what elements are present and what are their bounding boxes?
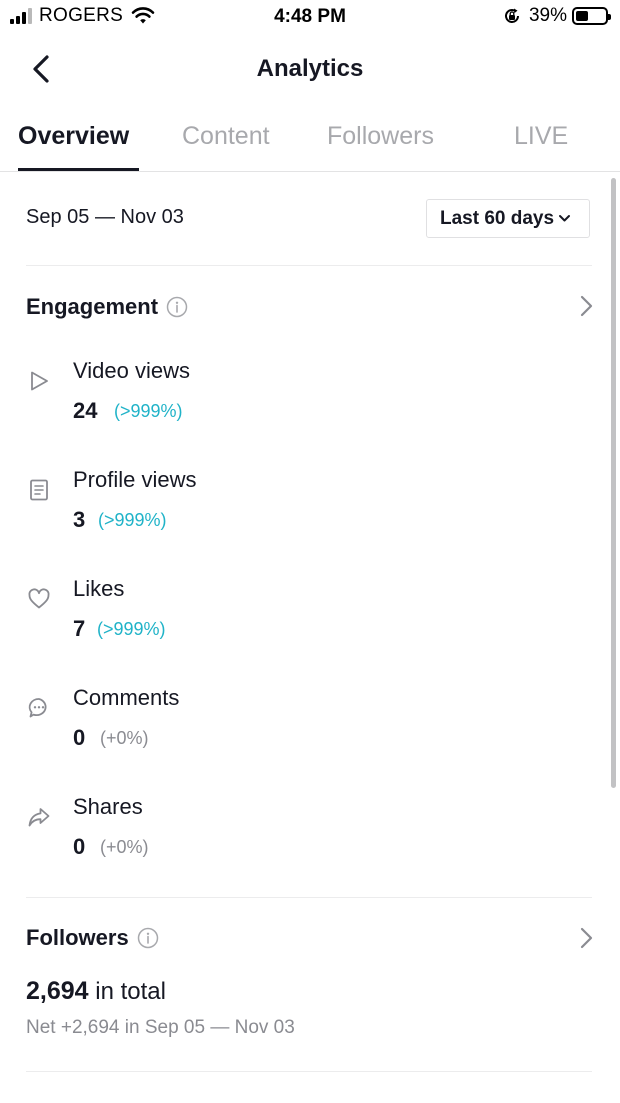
metric-label: Likes <box>73 576 125 601</box>
followers-total-suffix: in total <box>88 978 166 1005</box>
info-icon[interactable] <box>137 927 159 949</box>
metric-change: (>999%) <box>98 510 167 530</box>
followers-net: Net +2,694 in Sep 05 — Nov 03 <box>26 1017 295 1038</box>
play-outline-icon <box>31 371 48 391</box>
date-range: Sep 05 — Nov 03 <box>26 206 184 228</box>
divider <box>26 265 592 266</box>
followers-total: 2,694 in total <box>26 977 166 1006</box>
period-dropdown-value: Last 60 days <box>440 207 555 229</box>
metric-change: (>999%) <box>97 619 166 639</box>
followers-title-text: Followers <box>26 925 129 950</box>
metric-change: (>999%) <box>114 401 183 421</box>
app-header: Analytics <box>0 40 620 98</box>
metric-shares[interactable]: Shares 0 (+0%) <box>0 794 620 884</box>
tab-followers[interactable]: Followers <box>327 122 434 151</box>
metric-value: 0 <box>73 725 86 750</box>
metric-value: 0 <box>73 834 86 859</box>
followers-title: Followers <box>26 925 159 951</box>
tab-live[interactable]: LIVE <box>514 122 568 151</box>
battery-percent: 39% <box>528 5 567 26</box>
metric-value: 7 <box>73 616 86 641</box>
engagement-title: Engagement <box>26 294 188 320</box>
page-title: Analytics <box>256 55 364 82</box>
rotation-lock-icon <box>505 8 519 23</box>
metric-label: Video views <box>73 358 190 383</box>
metric-label: Profile views <box>73 467 197 492</box>
battery-icon <box>572 7 611 25</box>
engagement-arrow-icon[interactable] <box>576 294 596 318</box>
tab-overview[interactable]: Overview <box>18 122 129 151</box>
period-dropdown[interactable]: Last 60 days <box>426 199 590 238</box>
metric-value: 3 <box>73 507 86 532</box>
metric-profile-views[interactable]: Profile views 3 (>999%) <box>0 467 620 557</box>
tab-bar: Overview Content Followers LIVE <box>0 112 620 172</box>
metric-value: 24 <box>73 398 98 423</box>
heart-outline-icon <box>28 588 50 609</box>
info-icon[interactable] <box>166 296 188 318</box>
metric-label: Comments <box>73 685 180 710</box>
tab-content[interactable]: Content <box>182 122 270 151</box>
comment-icon <box>28 698 47 718</box>
divider <box>26 897 592 898</box>
metric-change: (+0%) <box>100 837 149 857</box>
metric-likes[interactable]: Likes 7 (>999%) <box>0 576 620 666</box>
chevron-down-icon <box>559 215 571 222</box>
metric-comments[interactable]: Comments 0 (+0%) <box>0 685 620 775</box>
followers-arrow-icon[interactable] <box>576 926 596 950</box>
status-bar: ROGERS 4:48 PM 39% <box>0 0 620 34</box>
active-tab-indicator <box>18 168 139 171</box>
metric-label: Shares <box>73 794 143 819</box>
followers-total-value: 2,694 <box>26 977 89 1005</box>
metric-video-views[interactable]: Video views 24 (>999%) <box>0 358 620 448</box>
share-arrow-icon <box>28 808 50 827</box>
divider <box>26 1071 592 1072</box>
metric-change: (+0%) <box>100 728 149 748</box>
document-icon <box>30 479 48 501</box>
engagement-title-text: Engagement <box>26 294 159 319</box>
status-right: 39% <box>503 5 611 27</box>
